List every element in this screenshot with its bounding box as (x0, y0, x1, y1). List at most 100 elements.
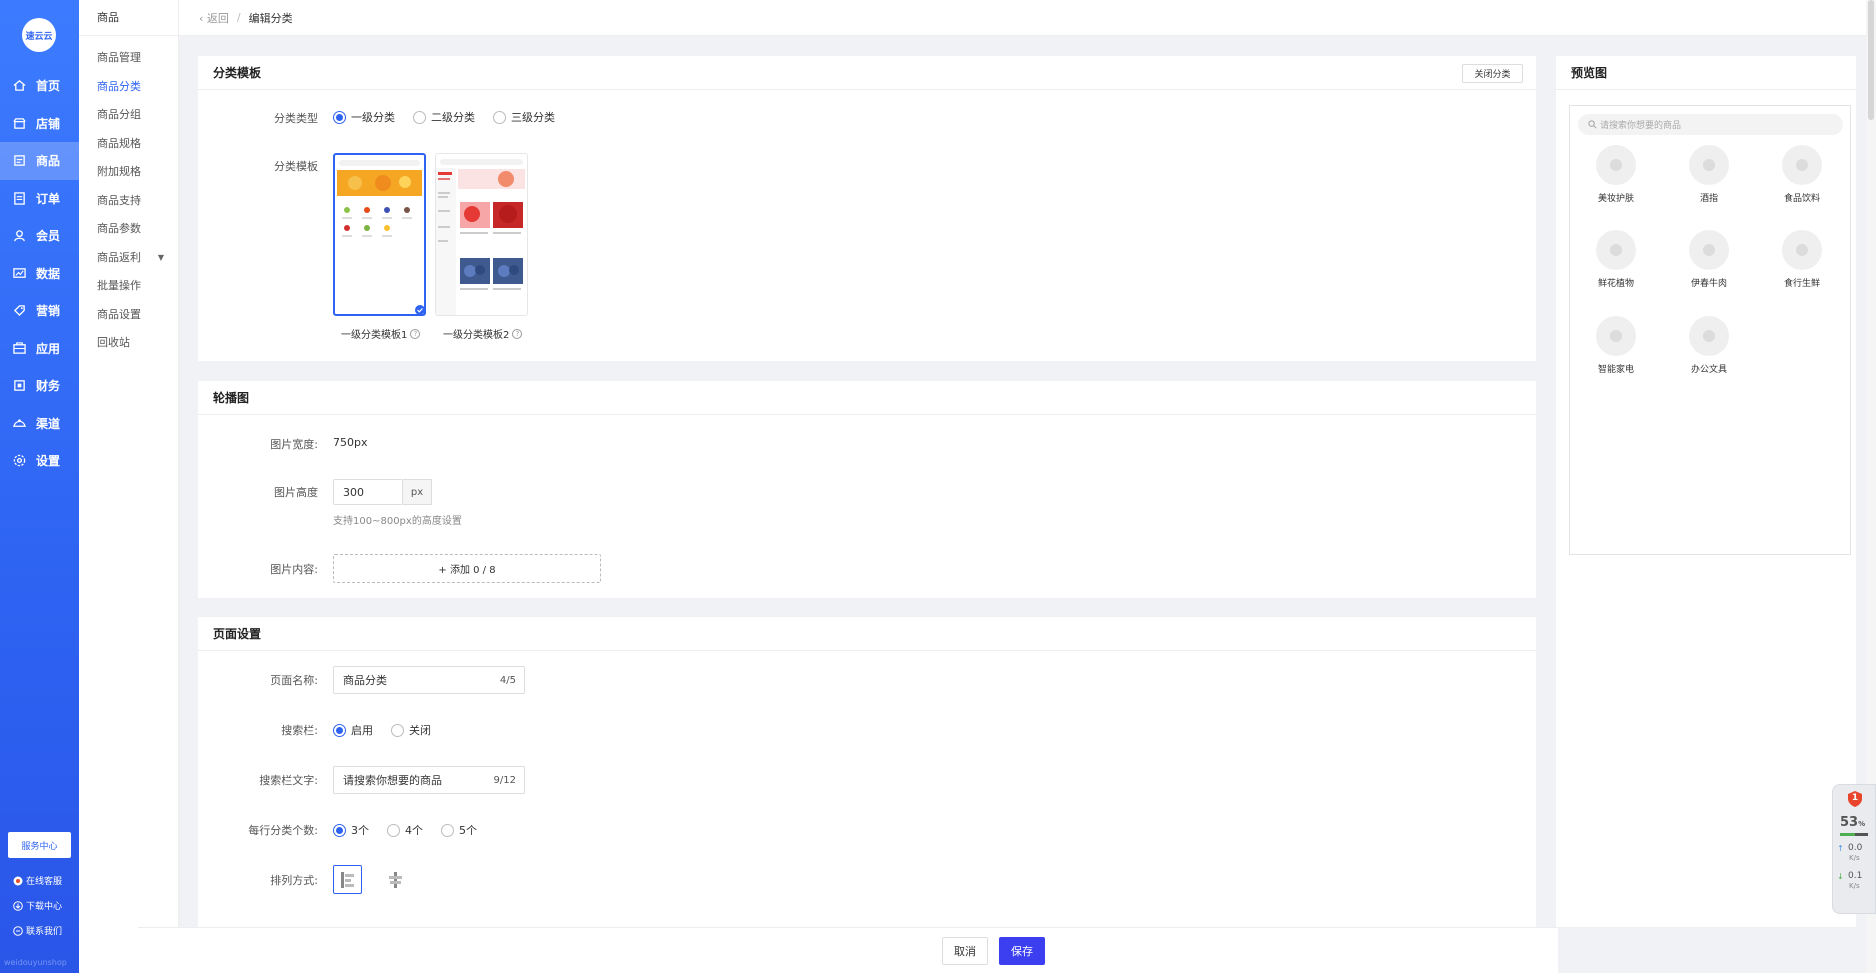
sub-item-batch[interactable]: 批量操作 (79, 272, 178, 301)
radio-level3[interactable]: 三级分类 (493, 109, 555, 125)
search-text-input[interactable]: 请搜索你想要的商品 9/12 (333, 766, 525, 794)
align-left-icon (340, 871, 354, 888)
upload-arrow-icon: ↑ (1837, 844, 1844, 853)
help-icon[interactable]: ? (512, 328, 523, 339)
nav-item-channel[interactable]: 渠道 (0, 405, 79, 443)
radio-search-enable[interactable]: 启用 (333, 722, 373, 738)
nav-label: 首页 (36, 79, 61, 94)
preview-category-item: 食品饮料 (1767, 145, 1837, 204)
nav-label: 数据 (36, 266, 61, 281)
sub-item-goods-group[interactable]: 商品分组 (79, 101, 178, 130)
image-width-value: 750px (333, 436, 368, 449)
service-center-button[interactable]: 服务中心 (8, 832, 71, 858)
radio-circle (333, 110, 346, 124)
sort-center-align-button[interactable] (380, 865, 409, 894)
cancel-button[interactable]: 取消 (942, 937, 988, 965)
widget-usage-bar (1840, 833, 1868, 836)
image-width-label: 图片宽度: (270, 438, 318, 451)
preview-search-bar: 请搜索你想要的商品 (1578, 114, 1843, 135)
page-name-input[interactable]: 商品分类 4/5 (333, 666, 525, 694)
download-center-link[interactable]: 下载中心 (13, 899, 62, 912)
widget-badge: 1 (1851, 793, 1859, 803)
nav-item-member[interactable]: 会员 (0, 217, 79, 255)
nav-item-marketing[interactable]: 营销 (0, 292, 79, 330)
nav-item-settings[interactable]: 设置 (0, 442, 79, 480)
preview-search-placeholder: 请搜索你想要的商品 (1600, 121, 1682, 131)
contact-us-link[interactable]: 联系我们 (13, 924, 62, 937)
sub-item-goods-rebate[interactable]: 商品返利 ▼ (79, 244, 178, 273)
sub-item-goods-manage[interactable]: 商品管理 (79, 44, 178, 73)
logo-text: 速云云 (25, 31, 53, 42)
nav-item-goods[interactable]: 商品 (0, 142, 79, 180)
logo[interactable]: 速云云 (22, 18, 56, 52)
online-service-link[interactable]: 在线客服 (13, 874, 62, 887)
carousel-card-title: 轮播图 (198, 381, 1536, 415)
nav-item-data[interactable]: 数据 (0, 255, 79, 293)
nav-label: 渠道 (36, 416, 61, 431)
radio-per-row-3[interactable]: 3个 (333, 822, 369, 838)
radio-level1[interactable]: 一级分类 (333, 109, 395, 125)
nav-item-home[interactable]: 首页 (0, 67, 79, 105)
search-bar-radio-group: 启用 关闭 (333, 722, 449, 738)
radio-circle (387, 823, 400, 837)
sub-item-goods-category[interactable]: 商品分类 (79, 73, 178, 102)
sub-item-extra-spec[interactable]: 附加规格 (79, 158, 178, 187)
template-card-title: 分类模板 (198, 56, 1536, 90)
nav-label: 财务 (36, 379, 61, 394)
sort-left-align-button[interactable] (333, 865, 362, 894)
template-thumbnail-1[interactable] (333, 153, 426, 316)
page-name-value: 商品分类 (343, 674, 387, 687)
template-thumbnail-2[interactable] (435, 153, 528, 316)
sub-item-label: 商品返利 (97, 250, 141, 264)
app-icon (13, 342, 26, 354)
image-height-input[interactable]: 300 (333, 479, 403, 505)
page-name-count: 4/5 (499, 674, 516, 686)
help-icon[interactable]: ? (410, 328, 421, 339)
preview-category-label: 智能家电 (1597, 365, 1634, 375)
align-center-icon (388, 871, 402, 888)
category-image-placeholder (1689, 230, 1729, 270)
radio-label: 一级分类 (351, 111, 395, 124)
breadcrumb-separator: / (236, 11, 241, 24)
network-monitor-widget[interactable]: 1 53% ↑ 0.0 K/s ↓ 0.1 K/s (1832, 784, 1876, 914)
preview-category-label: 鲜花植物 (1597, 279, 1634, 289)
preview-phone-screen: 请搜索你想要的商品 美妆护肤 酒指 食品饮料 鲜花植物 伊春牛肉 食行生鲜 智能… (1569, 105, 1851, 555)
nav-item-order[interactable]: 订单 (0, 180, 79, 218)
radio-level2[interactable]: 二级分类 (413, 109, 475, 125)
template-2-preview-image (436, 159, 525, 315)
watermark: weidouyunshop (4, 958, 67, 967)
widget-percent: 53% (1840, 815, 1865, 830)
radio-label: 4个 (405, 824, 423, 837)
download-speed: 0.1 (1848, 871, 1863, 881)
order-icon (14, 192, 25, 205)
sub-item-goods-settings[interactable]: 商品设置 (79, 301, 178, 330)
save-button[interactable]: 保存 (999, 937, 1045, 965)
upload-unit: K/s (1849, 854, 1860, 862)
preview-category-label: 食行生鲜 (1783, 279, 1820, 289)
sub-item-recycle[interactable]: 回收站 (79, 329, 178, 358)
add-image-button[interactable]: + 添加 0 / 8 (333, 554, 601, 583)
sub-sidebar-title: 商品 (79, 0, 178, 36)
back-link[interactable]: ‹ 返回 (199, 10, 229, 26)
page-title: 编辑分类 (248, 11, 293, 25)
per-row-label: 每行分类个数: (248, 824, 318, 837)
sub-item-goods-params[interactable]: 商品参数 (79, 215, 178, 244)
radio-per-row-4[interactable]: 4个 (387, 822, 423, 838)
template-caption-2: 一级分类模板2? (443, 326, 523, 341)
download-center-label: 下载中心 (26, 902, 63, 912)
nav-item-finance[interactable]: 财务 (0, 367, 79, 405)
radio-label: 三级分类 (511, 111, 555, 124)
sub-item-goods-spec[interactable]: 商品规格 (79, 130, 178, 159)
caret-down-icon: ▼ (157, 252, 164, 262)
nav-item-shop[interactable]: 店铺 (0, 105, 79, 143)
radio-search-disable[interactable]: 关闭 (391, 722, 431, 738)
radio-circle (493, 110, 506, 124)
scrollbar-thumb[interactable] (1868, 0, 1874, 120)
image-content-label: 图片内容: (270, 563, 318, 576)
sub-item-goods-support[interactable]: 商品支持 (79, 187, 178, 216)
close-category-button[interactable]: 关闭分类 (1462, 64, 1523, 83)
member-icon (14, 230, 25, 242)
radio-per-row-5[interactable]: 5个 (441, 822, 477, 838)
preview-category-label: 办公文具 (1690, 365, 1727, 375)
nav-item-app[interactable]: 应用 (0, 330, 79, 368)
